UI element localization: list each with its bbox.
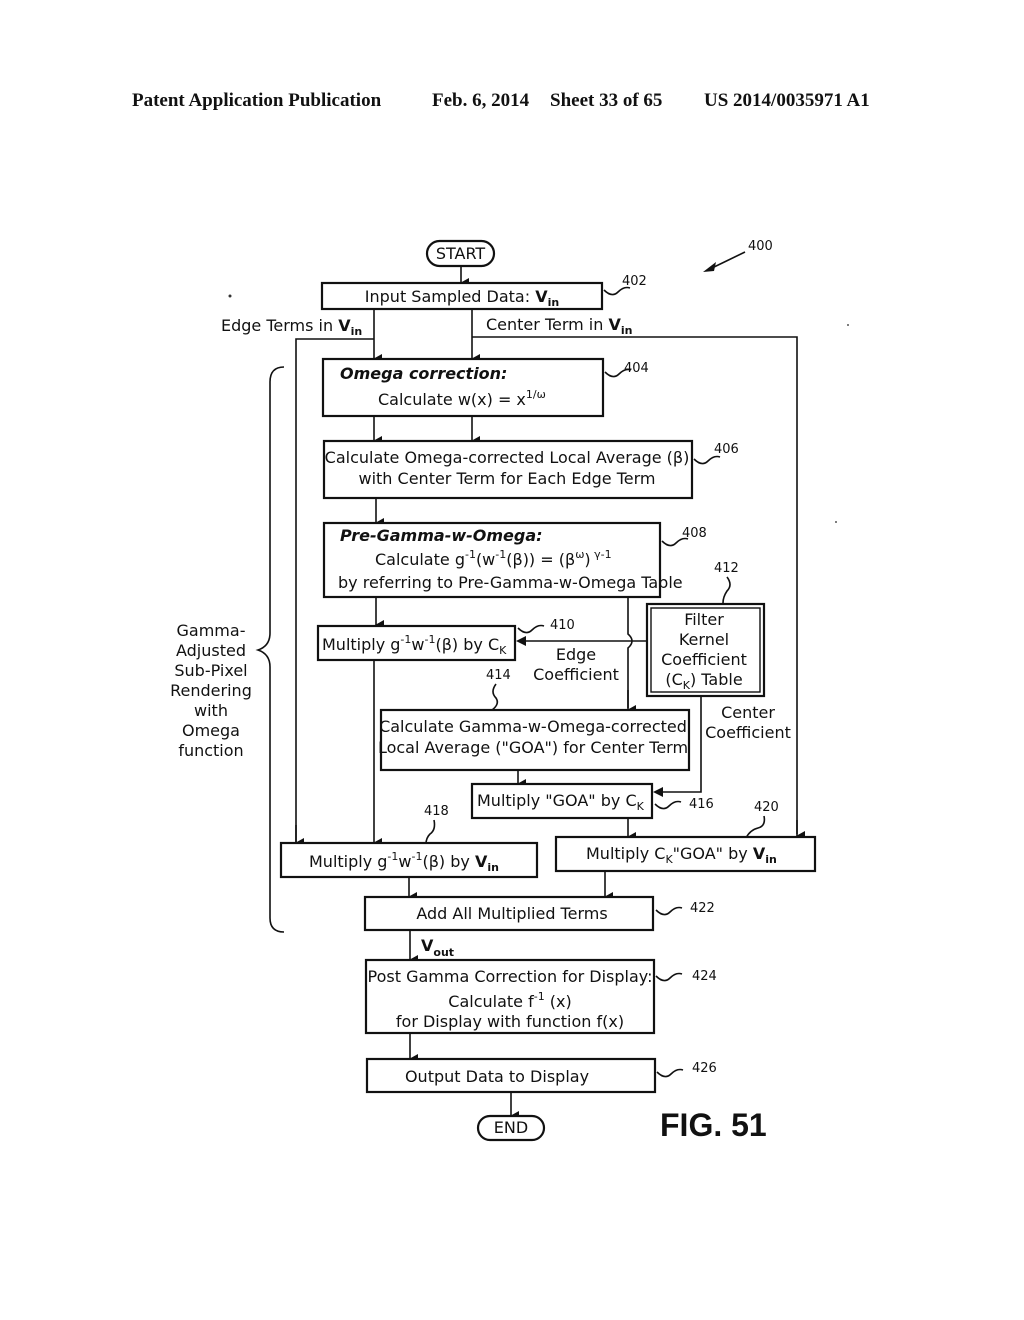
figure-label: FIG. 51 — [660, 1107, 767, 1143]
figure-ref-400: 400 — [703, 239, 773, 272]
ref-arrowhead-icon — [703, 262, 716, 272]
ref-pointer-line — [711, 251, 746, 269]
vout-label: Vout — [421, 936, 454, 959]
ref-416: 416 — [689, 797, 714, 812]
svg-text:400: 400 — [748, 239, 773, 254]
edge-coefficient-label: Edge — [556, 645, 596, 664]
start-terminal: START — [425, 239, 496, 268]
svg-text:Multiply "GOA" by CK: Multiply "GOA" by CK — [477, 791, 645, 813]
svg-text:(CK) Table: (CK) Table — [665, 670, 742, 692]
ref-402: 402 — [622, 274, 647, 289]
center-coefficient-label: Center — [721, 703, 775, 722]
svg-text:Calculate Omega-corrected Loca: Calculate Omega-corrected Local Average … — [325, 448, 690, 467]
speck — [228, 294, 232, 298]
ref-414-leader — [491, 683, 499, 711]
step-402-input-sampled-data: Input Sampled Data: Vin 402 — [320, 274, 647, 311]
step-404-omega-correction: Omega correction: Calculate w(x) = x1/ω … — [321, 357, 649, 418]
step-426-output-data: Output Data to Display 426 — [365, 1057, 717, 1094]
step-410-multiply-by-ck: Multiply g-1w-1(β) by CK 410 — [316, 618, 575, 662]
speck — [847, 324, 849, 326]
svg-text:Input Sampled Data: Vin: Input Sampled Data: Vin — [365, 287, 559, 309]
ref-412-leader — [722, 576, 731, 604]
svg-text:Multiply g-1w-1(β) by Vin: Multiply g-1w-1(β) by Vin — [309, 850, 499, 874]
ref-418-leader — [425, 819, 436, 845]
ref-412: 412 — [714, 561, 739, 576]
svg-text:Rendering: Rendering — [170, 681, 252, 700]
svg-text:Sub-Pixel: Sub-Pixel — [174, 661, 247, 680]
flowchart: 400 START Input Sampled Data: Vin 402 Ed… — [170, 239, 849, 1143]
ref-418: 418 — [424, 804, 449, 819]
svg-text:START: START — [436, 244, 486, 263]
svg-text:Multiply CK"GOA" by Vin: Multiply CK"GOA" by Vin — [586, 844, 777, 866]
step-408-pre-gamma-w-omega: Pre-Gamma-w-Omega: Calculate g-1(w-1(β))… — [322, 521, 707, 599]
ref-414: 414 — [486, 668, 511, 683]
svg-text:Adjusted: Adjusted — [176, 641, 246, 660]
ref-422: 422 — [690, 901, 715, 916]
ref-404: 404 — [624, 361, 649, 376]
svg-text:END: END — [494, 1118, 528, 1137]
svg-text:for Display with function f(x): for Display with function f(x) — [396, 1012, 624, 1031]
svg-text:Local Average ("GOA") for Cent: Local Average ("GOA") for Center Term — [378, 738, 688, 757]
svg-text:Add All Multiplied Terms: Add All Multiplied Terms — [416, 904, 607, 923]
svg-text:Omega: Omega — [182, 721, 240, 740]
svg-text:Post Gamma Correction for Disp: Post Gamma Correction for Display: — [368, 967, 653, 986]
arrowhead-into-410 — [516, 636, 526, 646]
ref-424: 424 — [692, 969, 717, 984]
svg-text:function: function — [178, 741, 243, 760]
ref-420-leader — [745, 815, 766, 839]
arrowhead-into-416 — [653, 787, 663, 797]
center-coefficient-label-2: Coefficient — [705, 723, 791, 742]
step-416-multiply-goa: Multiply "GOA" by CK 416 — [470, 782, 714, 820]
svg-text:by referring to Pre-Gamma-w-Om: by referring to Pre-Gamma-w-Omega Table — [338, 573, 683, 592]
step-424-post-gamma-correction: Post Gamma Correction for Display: Calcu… — [364, 958, 717, 1035]
edge-coefficient-label-2: Coefficient — [533, 665, 619, 684]
ref-406: 406 — [714, 442, 739, 457]
svg-text:Filter: Filter — [684, 610, 724, 629]
step-420-multiply-goa-by-vin: Multiply CK"GOA" by Vin — [554, 835, 817, 873]
step-418-multiply-edge-by-vin: Multiply g-1w-1(β) by Vin — [279, 841, 539, 879]
ref-408: 408 — [682, 526, 707, 541]
svg-text:Pre-Gamma-w-Omega:: Pre-Gamma-w-Omega: — [340, 526, 543, 545]
step-422-add-terms: Add All Multiplied Terms 422 — [363, 895, 715, 932]
step-406-local-average: Calculate Omega-corrected Local Average … — [322, 439, 739, 500]
bracket-label: Gamma- Adjusted Sub-Pixel Rendering with… — [170, 621, 252, 760]
center-term-label: Center Term in Vin — [486, 315, 632, 337]
svg-text:Output Data to Display: Output Data to Display — [405, 1067, 589, 1086]
svg-text:Calculate Gamma-w-Omega-correc: Calculate Gamma-w-Omega-corrected — [379, 717, 687, 736]
svg-text:Calculate f-1 (x): Calculate f-1 (x) — [448, 990, 571, 1011]
svg-text:with: with — [194, 701, 228, 720]
step-412-filter-kernel-table: Filter Kernel Coefficient (CK) Table — [645, 602, 766, 698]
speck — [835, 521, 837, 523]
end-terminal: END — [476, 1114, 546, 1142]
edge-terms-label: Edge Terms in Vin — [221, 316, 362, 338]
step-414-gamma-omega-local-average: Calculate Gamma-w-Omega-corrected Local … — [378, 708, 691, 772]
ref-420: 420 — [754, 800, 779, 815]
ref-426: 426 — [692, 1061, 717, 1076]
svg-text:Calculate w(x) = x1/ω: Calculate w(x) = x1/ω — [378, 388, 546, 409]
svg-text:with Center Term for Each Edge: with Center Term for Each Edge Term — [359, 469, 656, 488]
svg-text:Multiply g-1w-1(β) by CK: Multiply g-1w-1(β) by CK — [322, 633, 507, 657]
svg-text:Omega correction:: Omega correction: — [340, 364, 507, 383]
svg-text:Kernel: Kernel — [679, 630, 729, 649]
svg-text:Coefficient: Coefficient — [661, 650, 747, 669]
svg-text:Gamma-: Gamma- — [177, 621, 246, 640]
ref-410: 410 — [550, 618, 575, 633]
